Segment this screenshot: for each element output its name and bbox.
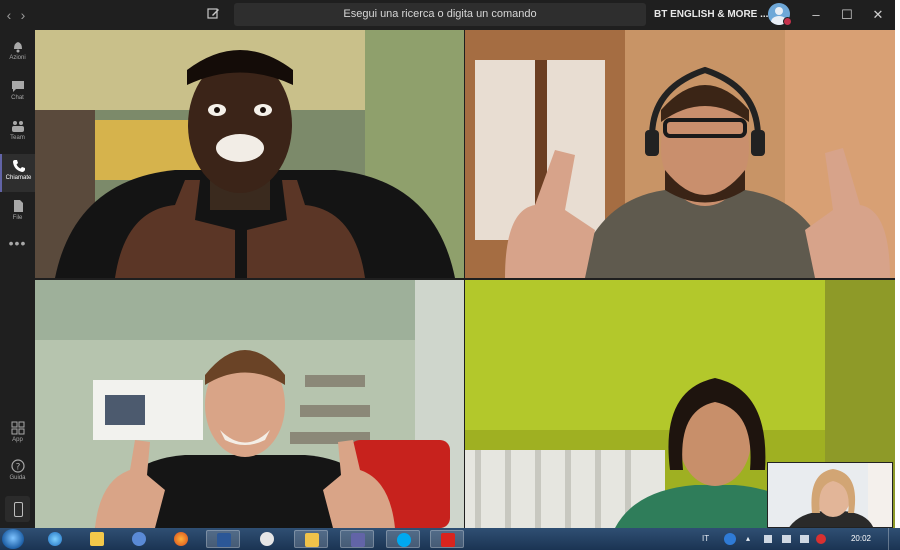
title-bar: ‹ › Esegui una ricerca o digita un coman… bbox=[0, 0, 895, 30]
teams-window: ‹ › Esegui una ricerca o digita un coman… bbox=[0, 0, 895, 528]
flag-icon[interactable] bbox=[764, 535, 772, 543]
video-tile-participant-1[interactable] bbox=[35, 30, 464, 278]
rail-item-chiamate[interactable]: Chiamate bbox=[0, 154, 35, 192]
antivirus-icon[interactable] bbox=[816, 534, 826, 544]
word-icon[interactable] bbox=[206, 530, 240, 548]
apps-icon bbox=[11, 421, 24, 435]
firefox-icon[interactable] bbox=[164, 530, 198, 548]
video-tile-participant-3[interactable] bbox=[35, 280, 464, 528]
rail-label: Guida bbox=[9, 475, 26, 481]
rail-label: Chiamate bbox=[5, 175, 32, 181]
more-apps-button[interactable]: ••• bbox=[0, 236, 35, 256]
skype-icon[interactable] bbox=[386, 530, 420, 548]
minimize-button[interactable]: – bbox=[801, 0, 831, 30]
search-input[interactable]: Esegui una ricerca o digita un comando bbox=[234, 3, 646, 26]
forward-button[interactable]: › bbox=[16, 6, 30, 24]
show-desktop-button[interactable] bbox=[888, 528, 900, 550]
teams-icon bbox=[11, 121, 24, 132]
rail-item-app[interactable]: App bbox=[0, 416, 35, 454]
app-rail: Azioni Chat Team Chiamate File ••• App ?… bbox=[0, 30, 35, 528]
language-indicator[interactable]: IT bbox=[702, 528, 709, 550]
file-icon bbox=[13, 200, 23, 212]
update-icon[interactable] bbox=[724, 533, 736, 545]
teams-icon[interactable] bbox=[340, 530, 374, 548]
rail-label: Team bbox=[10, 135, 25, 141]
rail-item-chat[interactable]: Chat bbox=[0, 74, 35, 112]
self-view-video[interactable] bbox=[767, 462, 893, 528]
video-tile-participant-2[interactable] bbox=[465, 30, 895, 278]
ie-icon[interactable] bbox=[38, 530, 72, 548]
svg-text:?: ? bbox=[15, 463, 20, 473]
rail-item-guida[interactable]: ? Guida bbox=[0, 454, 35, 492]
paint-icon[interactable] bbox=[250, 530, 284, 548]
rail-item-azioni[interactable]: Azioni bbox=[0, 34, 35, 72]
rail-item-team[interactable]: Team bbox=[0, 114, 35, 152]
bell-icon bbox=[13, 42, 22, 53]
clock[interactable]: 20:02 bbox=[844, 528, 878, 550]
device-settings-button[interactable] bbox=[5, 496, 30, 522]
phone-icon bbox=[12, 160, 25, 172]
close-button[interactable]: ✕ bbox=[863, 0, 893, 30]
compose-icon[interactable] bbox=[204, 5, 222, 23]
rail-label: App bbox=[12, 437, 23, 443]
rail-item-file[interactable]: File bbox=[0, 194, 35, 232]
start-button[interactable] bbox=[2, 529, 24, 549]
windows-taskbar: IT ▴ 20:02 bbox=[0, 528, 900, 550]
network-icon[interactable] bbox=[782, 535, 791, 543]
back-button[interactable]: ‹ bbox=[2, 6, 16, 24]
rail-label: Azioni bbox=[9, 55, 26, 61]
folder-icon[interactable] bbox=[80, 530, 114, 548]
rail-label: File bbox=[12, 215, 23, 221]
acrobat-icon[interactable] bbox=[430, 530, 464, 548]
mail-icon[interactable] bbox=[294, 530, 328, 548]
maximize-button[interactable]: ☐ bbox=[832, 0, 862, 30]
team-switcher[interactable]: BT ENGLISH & MORE ... bbox=[654, 0, 768, 30]
presence-badge bbox=[783, 17, 792, 26]
show-hidden-icons[interactable]: ▴ bbox=[746, 528, 750, 550]
volume-icon[interactable] bbox=[800, 535, 809, 543]
chat-icon bbox=[11, 81, 24, 92]
help-icon: ? bbox=[10, 459, 25, 473]
rail-label: Chat bbox=[11, 95, 24, 101]
media-player-icon[interactable] bbox=[122, 530, 156, 548]
